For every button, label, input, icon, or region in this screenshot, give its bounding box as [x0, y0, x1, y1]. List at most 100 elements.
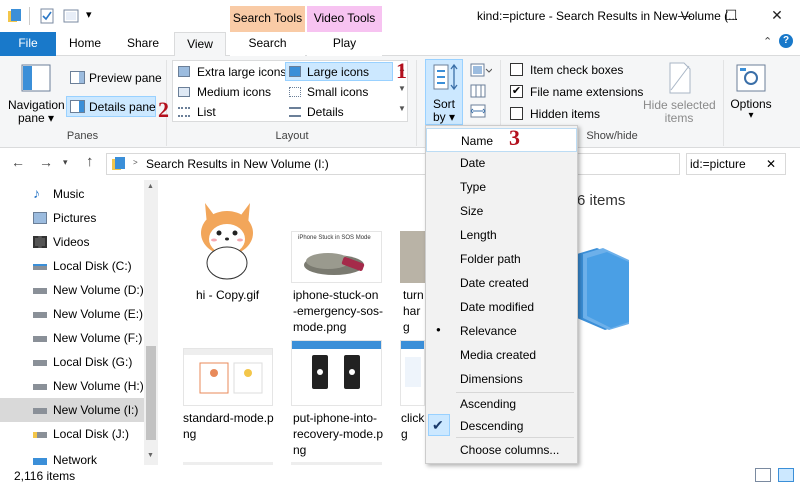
- sort-option-media-created[interactable]: Media created: [426, 343, 577, 367]
- sort-option-date-created[interactable]: Date created: [426, 271, 577, 295]
- file-name-extensions-label[interactable]: File name extensions: [530, 85, 643, 99]
- details-view-icon[interactable]: [755, 468, 771, 482]
- sidebar-item-drive-c[interactable]: Local Disk (C:): [0, 254, 144, 278]
- minimize-button[interactable]: —: [662, 0, 708, 30]
- sort-option-name[interactable]: Name: [426, 128, 577, 152]
- file-thumbnail[interactable]: [400, 340, 425, 406]
- sort-order-descending[interactable]: Descending: [426, 414, 577, 438]
- file-name[interactable]: iphone-stuck-on -emergency-sos-mode.png: [293, 287, 385, 335]
- sort-order-ascending[interactable]: Ascending: [426, 392, 577, 416]
- options-icon[interactable]: [736, 64, 766, 92]
- file-name[interactable]: standard-mode.p ng: [183, 410, 278, 442]
- file-thumbnail[interactable]: [183, 348, 273, 406]
- sidebar-item-drive-h[interactable]: New Volume (H:): [0, 374, 144, 398]
- hide-selected-items-button-line2: items: [664, 111, 694, 125]
- sort-by-dropdown[interactable]: by ▾: [425, 110, 463, 124]
- sidebar-item-drive-j[interactable]: Local Disk (J:): [0, 422, 144, 446]
- hide-selected-items-button[interactable]: Hide selected: [643, 98, 716, 112]
- sidebar-item-network[interactable]: Network: [0, 452, 144, 465]
- item-check-boxes-label[interactable]: Item check boxes: [530, 63, 623, 77]
- file-name-line: mode.png: [293, 320, 347, 334]
- file-name-line: iphone-stuck-on: [293, 288, 379, 302]
- sidebar-item-label: Local Disk (C:): [53, 259, 132, 273]
- scroll-up-icon[interactable]: ▲: [147, 183, 154, 190]
- options-button[interactable]: Options: [727, 97, 775, 111]
- file-thumbnail[interactable]: [183, 191, 272, 283]
- sidebar-item-drive-i[interactable]: New Volume (I:): [0, 398, 144, 422]
- breadcrumb-chevron-icon[interactable]: >: [133, 158, 138, 167]
- sort-option-date-modified[interactable]: Date modified: [426, 295, 577, 319]
- choose-columns-option[interactable]: Choose columns...: [426, 438, 577, 462]
- sort-option-type[interactable]: Type: [426, 175, 577, 199]
- details-pane-button[interactable]: Details pane: [89, 100, 156, 114]
- properties-icon[interactable]: [39, 8, 55, 24]
- tab-view[interactable]: View: [174, 32, 226, 57]
- file-thumbnail[interactable]: iPhone Stuck in SOS Mode: [291, 231, 382, 283]
- ribbon-collapse-icon[interactable]: ⌃: [763, 35, 772, 48]
- sidebar-item-videos[interactable]: Videos: [0, 230, 144, 254]
- sort-by-icon: [433, 63, 458, 91]
- hidden-items-checkbox[interactable]: [510, 107, 523, 120]
- item-check-boxes-checkbox[interactable]: [510, 63, 523, 76]
- new-folder-icon[interactable]: [63, 8, 79, 24]
- qat-customize-icon[interactable]: ▾: [86, 8, 92, 21]
- layout-extra-large-icons[interactable]: Extra large icons: [197, 65, 286, 79]
- search-input[interactable]: id:=picture: [690, 157, 746, 171]
- layout-small-icons[interactable]: Small icons: [307, 85, 368, 99]
- folder-stack-icon: [577, 248, 629, 330]
- sidebar-item-pictures[interactable]: Pictures: [0, 206, 144, 230]
- back-arrow-icon[interactable]: ←: [11, 154, 25, 170]
- drive-icon: [33, 360, 47, 366]
- options-dropdown-icon[interactable]: ▾: [727, 110, 775, 121]
- help-icon[interactable]: ?: [779, 34, 793, 48]
- file-name-extensions-checkbox[interactable]: ✔: [510, 85, 523, 98]
- navigation-pane-dropdown[interactable]: pane ▾: [8, 111, 64, 125]
- sidebar-item-drive-f[interactable]: New Volume (F:): [0, 326, 144, 350]
- tab-home[interactable]: Home: [63, 32, 107, 56]
- layout-group-label: Layout: [275, 130, 309, 142]
- layout-details[interactable]: Details: [307, 105, 344, 119]
- layout-medium-icons[interactable]: Medium icons: [197, 85, 271, 99]
- sort-option-dimensions[interactable]: Dimensions: [426, 367, 577, 391]
- scroll-down-icon[interactable]: ▼: [147, 452, 154, 459]
- file-thumbnail[interactable]: [400, 231, 425, 283]
- size-columns-icon[interactable]: [470, 104, 486, 118]
- large-icons-view-icon[interactable]: [778, 468, 794, 482]
- recent-locations-icon[interactable]: ▾: [63, 157, 68, 168]
- close-button[interactable]: ✕: [754, 0, 800, 30]
- sort-by-button[interactable]: Sort: [425, 97, 463, 111]
- up-arrow-icon[interactable]: ↑: [86, 153, 94, 170]
- tab-share[interactable]: Share: [121, 32, 165, 56]
- sidebar-item-drive-d[interactable]: New Volume (D:): [0, 278, 144, 302]
- preview-pane-button[interactable]: Preview pane: [89, 71, 162, 85]
- sidebar-item-drive-g[interactable]: Local Disk (G:): [0, 350, 144, 374]
- forward-arrow-icon[interactable]: →: [39, 154, 53, 170]
- tab-file[interactable]: File: [0, 32, 56, 56]
- gallery-expand-icon[interactable]: ▼: [398, 104, 406, 113]
- tab-play[interactable]: Play: [307, 32, 382, 56]
- file-name[interactable]: hi - Copy.gif: [196, 287, 276, 303]
- sidebar-item-music[interactable]: ♪ Music: [0, 182, 144, 206]
- sort-option-relevance[interactable]: Relevance: [426, 319, 577, 343]
- sort-option-size[interactable]: Size: [426, 199, 577, 223]
- gallery-scroll-down-icon[interactable]: ▼: [398, 84, 406, 93]
- address-path[interactable]: Search Results in New Volume (I:): [146, 157, 329, 171]
- group-by-icon[interactable]: [470, 63, 492, 77]
- file-name[interactable]: click g: [401, 410, 425, 442]
- sidebar-scroll-thumb[interactable]: [146, 346, 156, 440]
- hidden-items-label[interactable]: Hidden items: [530, 107, 600, 121]
- layout-list[interactable]: List: [197, 105, 216, 119]
- file-thumbnail[interactable]: [291, 340, 382, 406]
- sort-option-folder-path[interactable]: Folder path: [426, 247, 577, 271]
- clear-search-icon[interactable]: ✕: [766, 157, 776, 171]
- layout-large-icons[interactable]: Large icons: [307, 65, 369, 79]
- navigation-pane-icon[interactable]: [21, 64, 51, 92]
- sidebar-item-drive-e[interactable]: New Volume (E:): [0, 302, 144, 326]
- file-name[interactable]: put-iphone-into-recovery-mode.p ng: [293, 410, 385, 458]
- sort-option-length[interactable]: Length: [426, 223, 577, 247]
- tab-search[interactable]: Search: [230, 32, 305, 56]
- sort-option-date[interactable]: Date: [426, 151, 577, 175]
- navigation-pane-button[interactable]: Navigation: [8, 98, 65, 112]
- add-columns-icon[interactable]: [470, 84, 486, 98]
- maximize-button[interactable]: ☐: [708, 0, 754, 30]
